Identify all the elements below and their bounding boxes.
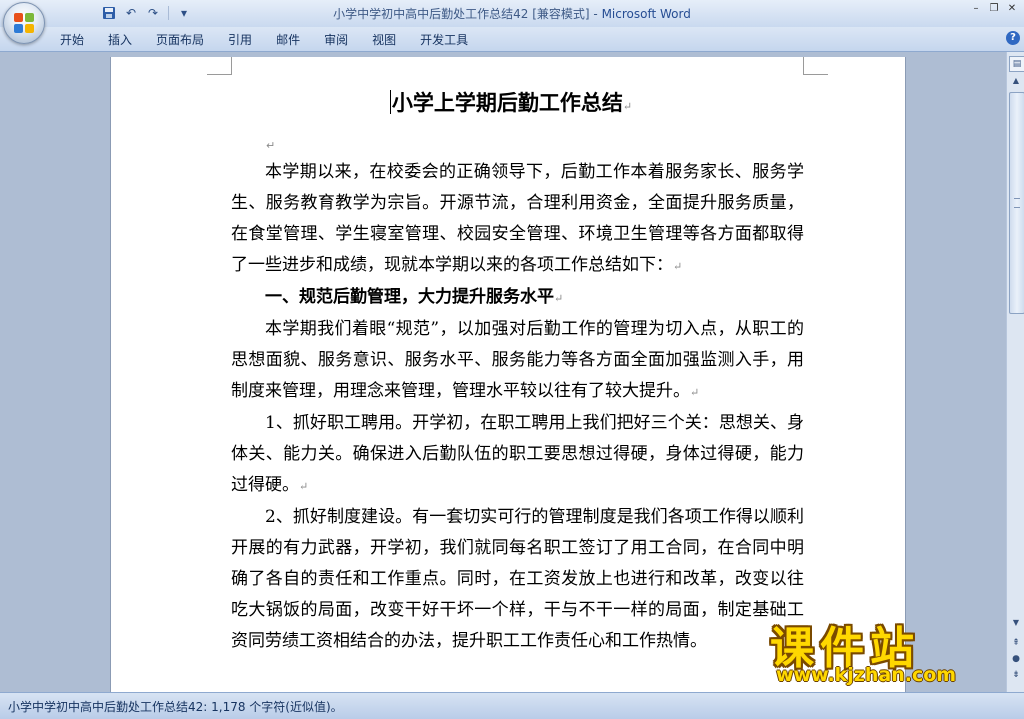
tab-home[interactable]: 开始 xyxy=(48,30,96,50)
paragraph-text: 本学期我们着眼“规范”，以加强对后勤工作的管理为切入点，从职工的思想面貌、服务意… xyxy=(231,319,804,401)
paragraph-mark: ↵ xyxy=(673,260,683,273)
tab-review[interactable]: 审阅 xyxy=(312,30,360,50)
document-body[interactable]: 本学期以来，在校委会的正确领导下，后勤工作本着服务家长、服务学生、服务教育教学为… xyxy=(231,157,804,657)
paragraph: 本学期我们着眼“规范”，以加强对后勤工作的管理为切入点，从职工的思想面貌、服务意… xyxy=(231,314,804,408)
scroll-up-icon[interactable]: ▲ xyxy=(1008,74,1024,88)
tab-insert[interactable]: 插入 xyxy=(96,30,144,50)
title-bar: ↶ ↷ ▾ 小学中学初中高中后勤处工作总结42 [兼容模式] - Microso… xyxy=(0,0,1024,27)
select-browse-object-icon[interactable]: ● xyxy=(1008,652,1024,666)
previous-page-icon[interactable]: ⇞ xyxy=(1008,636,1024,650)
tab-references[interactable]: 引用 xyxy=(216,30,264,50)
paragraph: 1、抓好职工聘用。开学初，在职工聘用上我们把好三个关：思想关、身体关、能力关。确… xyxy=(231,408,804,502)
app-name: Microsoft Word xyxy=(601,7,691,21)
window-controls: – ❐ ✕ xyxy=(968,2,1020,16)
next-page-icon[interactable]: ⇟ xyxy=(1008,668,1024,682)
paragraph-text: 1、抓好职工聘用。开学初，在职工聘用上我们把好三个关：思想关、身体关、能力关。确… xyxy=(231,413,804,495)
document-name: 小学中学初中高中后勤处工作总结42 [兼容模式] xyxy=(333,7,590,21)
minimize-button[interactable]: – xyxy=(968,2,984,16)
heading-text: 一、规范后勤管理，大力提升服务水平 xyxy=(265,287,554,307)
watermark: 课件站 www.kjzhan.com xyxy=(770,612,1010,692)
document-title-text: 小学上学期后勤工作总结 xyxy=(391,90,623,115)
tab-view[interactable]: 视图 xyxy=(360,30,408,50)
paragraph-text: 2、抓好制度建设。有一套切实可行的管理制度是我们各项工作得以顺利开展的有力武器，… xyxy=(231,507,804,651)
crop-mark-top-left xyxy=(207,57,232,75)
ribbon-tabs: 开始 插入 页面布局 引用 邮件 审阅 视图 开发工具 ? xyxy=(0,27,1024,52)
paragraph-mark: ↵ xyxy=(299,480,309,493)
tab-page-layout[interactable]: 页面布局 xyxy=(144,30,216,50)
document-workspace: 小学上学期后勤工作总结↵ ↵ 本学期以来，在校委会的正确领导下，后勤工作本着服务… xyxy=(0,52,1006,692)
text-cursor xyxy=(389,90,391,114)
office-logo-icon xyxy=(14,13,34,33)
paragraph-mark: ↵ xyxy=(622,100,633,113)
restore-button[interactable]: ❐ xyxy=(986,2,1002,16)
help-icon[interactable]: ? xyxy=(1006,31,1020,45)
title-separator: - xyxy=(589,7,602,21)
paragraph-mark: ↵ xyxy=(554,292,564,305)
section-heading: 一、规范后勤管理，大力提升服务水平↵ xyxy=(231,282,804,314)
scroll-thumb[interactable] xyxy=(1009,92,1024,314)
vertical-scrollbar[interactable]: ▤ ▲ ▼ ⇞ ● ⇟ xyxy=(1006,52,1024,692)
word-count-status[interactable]: 小学中学初中高中后勤处工作总结42: 1,178 个字符(近似值)。 xyxy=(8,698,343,715)
crop-mark-top-right xyxy=(803,57,828,75)
empty-paragraph-mark: ↵ xyxy=(266,139,276,152)
office-button[interactable] xyxy=(3,2,45,44)
paragraph: 2、抓好制度建设。有一套切实可行的管理制度是我们各项工作得以顺利开展的有力武器，… xyxy=(231,502,804,657)
status-bar: 小学中学初中高中后勤处工作总结42: 1,178 个字符(近似值)。 xyxy=(0,692,1024,719)
tab-mailings[interactable]: 邮件 xyxy=(264,30,312,50)
tab-developer[interactable]: 开发工具 xyxy=(408,30,480,50)
close-button[interactable]: ✕ xyxy=(1004,2,1020,16)
grip-icon xyxy=(1014,198,1020,208)
watermark-url: www.kjzhan.com xyxy=(776,664,957,686)
paragraph: 本学期以来，在校委会的正确领导下，后勤工作本着服务家长、服务学生、服务教育教学为… xyxy=(231,157,804,282)
document-title[interactable]: 小学上学期后勤工作总结↵ xyxy=(231,87,791,117)
paragraph-mark: ↵ xyxy=(690,386,700,399)
scroll-down-icon[interactable]: ▼ xyxy=(1008,616,1024,630)
view-ruler-icon[interactable]: ▤ xyxy=(1009,56,1024,72)
document-page[interactable]: 小学上学期后勤工作总结↵ ↵ 本学期以来，在校委会的正确领导下，后勤工作本着服务… xyxy=(110,57,906,692)
window-title: 小学中学初中高中后勤处工作总结42 [兼容模式] - Microsoft Wor… xyxy=(0,5,1024,22)
paragraph-text: 本学期以来，在校委会的正确领导下，后勤工作本着服务家长、服务学生、服务教育教学为… xyxy=(231,162,804,275)
